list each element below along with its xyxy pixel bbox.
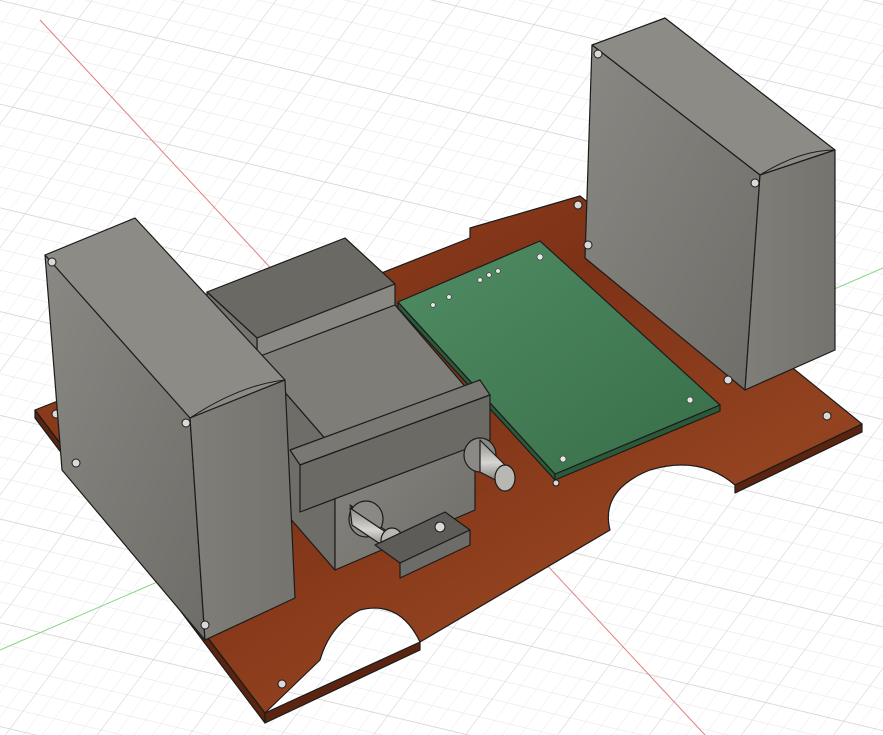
mount-hole [277,679,287,689]
mount-hole [822,411,832,421]
3d-scene[interactable] [0,0,883,735]
mount-hole [573,200,583,210]
mount-hole [552,479,560,487]
cad-viewport[interactable] [0,0,883,735]
